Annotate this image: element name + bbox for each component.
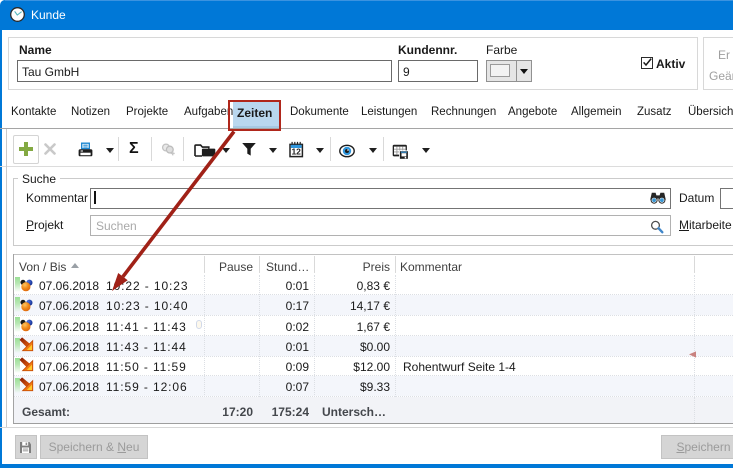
svg-text:12: 12 [291,147,301,157]
